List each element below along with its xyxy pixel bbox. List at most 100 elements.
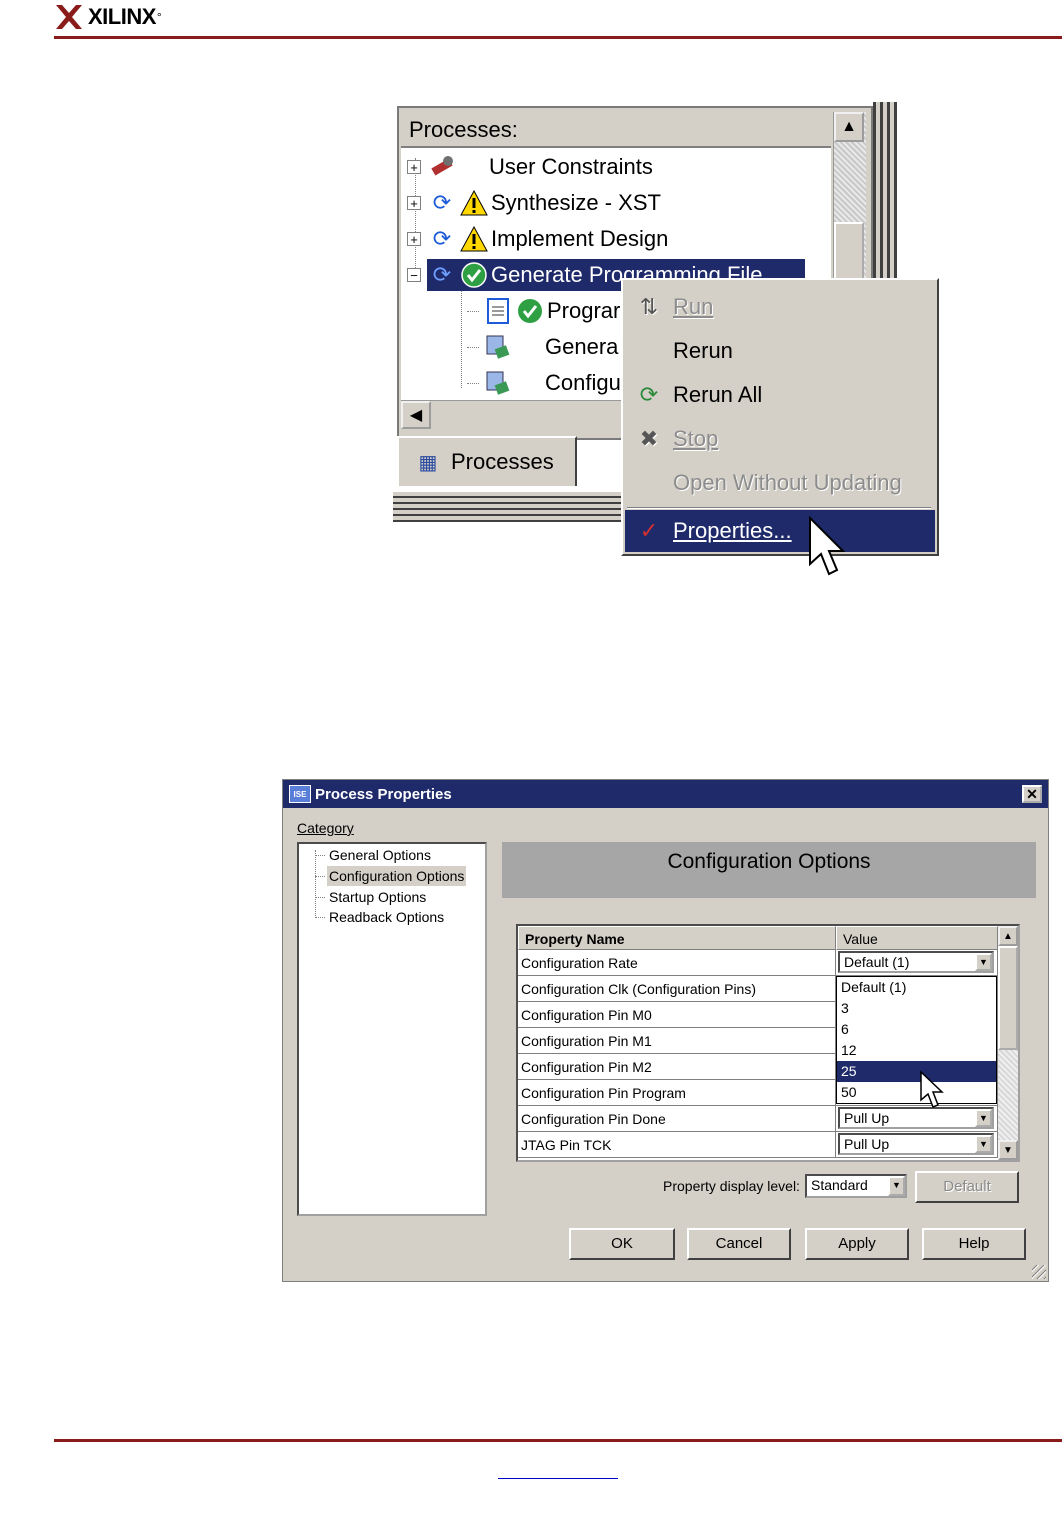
chevron-down-icon[interactable]: ▼ (975, 1135, 992, 1153)
run-icon: ⇅ (639, 294, 659, 319)
scroll-left-icon[interactable]: ◀ (401, 401, 431, 429)
apply-button[interactable]: Apply (805, 1228, 909, 1260)
registered-mark: ° (156, 10, 162, 24)
property-display-level-select[interactable]: Standard ▼ (805, 1174, 907, 1198)
chevron-down-icon[interactable]: ▼ (888, 1176, 905, 1196)
scroll-thumb[interactable] (998, 946, 1018, 1050)
document-icon (483, 296, 513, 326)
tree-item-label: Prograr (547, 298, 621, 323)
dropdown-option[interactable]: 6 (837, 1019, 996, 1040)
xilinx-logo: XILINX ° (54, 0, 162, 34)
tree-item-label: User Constraints (489, 154, 653, 179)
tree-item-user-constraints[interactable]: + User Constraints (407, 150, 653, 184)
tree-item-label: Configu (545, 370, 621, 395)
check-icon (459, 260, 489, 290)
tree-item-configure[interactable]: Configu (467, 366, 621, 400)
scroll-down-icon[interactable]: ▼ (998, 1140, 1018, 1160)
chevron-down-icon[interactable]: ▼ (975, 1109, 992, 1127)
dialog-titlebar[interactable]: ISE Process Properties ✕ (283, 780, 1048, 808)
table-row[interactable]: Configuration Pin M1 (518, 1028, 836, 1054)
category-readback-options[interactable]: Readback Options (327, 907, 446, 927)
dialog-title: Process Properties (315, 785, 452, 803)
tab-processes[interactable]: ▦ Processes (397, 436, 577, 486)
scroll-up-icon[interactable]: ▲ (998, 926, 1018, 946)
menu-item-label: Rerun (673, 338, 733, 363)
menu-item-rerun[interactable]: Rerun (625, 330, 935, 372)
table-row[interactable]: Configuration Pin M0 (518, 1002, 836, 1028)
context-menu: ⇅ Run Rerun ⟳ Rerun All ✖ Stop Open With… (621, 278, 939, 556)
column-header-property-name[interactable]: Property Name (518, 926, 836, 950)
menu-separator (627, 507, 931, 509)
ok-button[interactable]: OK (569, 1228, 675, 1260)
logo-text: XILINX (88, 4, 156, 29)
cancel-button[interactable]: Cancel (687, 1228, 791, 1260)
refresh-icon: ⟳ (432, 190, 452, 215)
configuration-rate-combo[interactable]: Default (1) ▼ (838, 951, 994, 973)
tree-item-label: Genera (545, 334, 619, 359)
category-label: Category (297, 820, 354, 836)
menu-item-run[interactable]: ⇅ Run (625, 286, 935, 328)
category-tree[interactable]: General Options Configuration Options St… (297, 842, 487, 1216)
xilinx-logo-icon (56, 5, 82, 29)
grid-scrollbar[interactable]: ▲ ▼ (998, 926, 1018, 1160)
tools-icon (427, 152, 457, 182)
tree-item-synthesize[interactable]: + ⟳ Synthesize - XST (407, 186, 661, 220)
dropdown-option[interactable]: 50 (837, 1082, 996, 1103)
close-icon[interactable]: ✕ (1022, 785, 1042, 803)
properties-icon: ✓ (639, 518, 659, 543)
pin-done-combo[interactable]: Pull Up ▼ (838, 1107, 994, 1129)
menu-item-label: Properties... (673, 518, 792, 543)
menu-item-label: Rerun All (673, 382, 763, 407)
chevron-down-icon[interactable]: ▼ (975, 953, 992, 971)
help-button[interactable]: Help (922, 1228, 1026, 1260)
column-header-value[interactable]: Value (836, 926, 998, 950)
category-startup-options[interactable]: Startup Options (327, 887, 428, 907)
table-row[interactable]: Configuration Pin M2 (518, 1054, 836, 1080)
dropdown-option[interactable]: 3 (837, 998, 996, 1019)
footer-link[interactable] (498, 1468, 618, 1479)
category-configuration-options[interactable]: Configuration Options (327, 866, 467, 886)
dropdown-option[interactable]: 12 (837, 1040, 996, 1061)
default-button[interactable]: Default (915, 1171, 1019, 1203)
collapse-icon[interactable]: − (407, 268, 421, 282)
value-cell[interactable]: Default (1) ▼ (836, 950, 998, 976)
mouse-pointer-icon (809, 516, 846, 576)
menu-item-stop[interactable]: ✖ Stop (625, 418, 935, 460)
value-cell[interactable]: Pull Up ▼ (836, 1106, 998, 1132)
menu-item-properties[interactable]: ✓ Properties... (625, 510, 935, 552)
tree-item-programming[interactable]: Prograr (467, 294, 620, 328)
jtag-tck-combo[interactable]: Pull Up ▼ (838, 1133, 994, 1155)
category-general-options[interactable]: General Options (327, 845, 433, 865)
tree-item-implement-design[interactable]: + ⟳ Implement Design (407, 222, 668, 256)
table-row[interactable]: Configuration Rate (518, 950, 836, 976)
table-row[interactable]: Configuration Clk (Configuration Pins) (518, 976, 836, 1002)
dropdown-option[interactable]: Default (1) (837, 977, 996, 998)
menu-item-label: Open Without Updating (673, 470, 902, 495)
table-row[interactable]: Configuration Pin Program (518, 1080, 836, 1106)
mouse-pointer-icon (920, 1070, 944, 1108)
tree-item-label: Implement Design (491, 226, 669, 251)
value-cell[interactable]: Pull Up ▼ (836, 1132, 998, 1158)
expand-icon[interactable]: + (407, 196, 421, 210)
menu-item-rerun-all[interactable]: ⟳ Rerun All (625, 374, 935, 416)
warning-icon (459, 224, 489, 254)
resize-grip-icon[interactable] (1032, 1265, 1046, 1279)
tab-label: Processes (451, 449, 554, 474)
header-rule (54, 36, 1062, 39)
tree-item-generate[interactable]: Genera (467, 330, 618, 364)
footer-rule (54, 1439, 1062, 1442)
expand-icon[interactable]: + (407, 232, 421, 246)
processes-screenshot: Processes: + User Constraints + ⟳ Synthe… (393, 102, 940, 582)
expand-icon[interactable]: + (407, 160, 421, 174)
menu-item-open-without-updating[interactable]: Open Without Updating (625, 462, 935, 504)
configuration-rate-dropdown[interactable]: Default (1) 3 6 12 25 50 (836, 976, 997, 1104)
table-row[interactable]: Configuration Pin Done (518, 1106, 836, 1132)
processes-header: Processes: (401, 112, 831, 148)
menu-item-label: Run (673, 294, 714, 319)
processes-tab-icon: ▦ (418, 451, 438, 474)
combo-value: Default (1) (844, 954, 910, 970)
tree-item-label: Synthesize - XST (491, 190, 661, 215)
dropdown-option-selected[interactable]: 25 (837, 1061, 996, 1082)
scroll-up-icon[interactable]: ▲ (834, 112, 864, 142)
table-row[interactable]: JTAG Pin TCK (518, 1132, 836, 1158)
